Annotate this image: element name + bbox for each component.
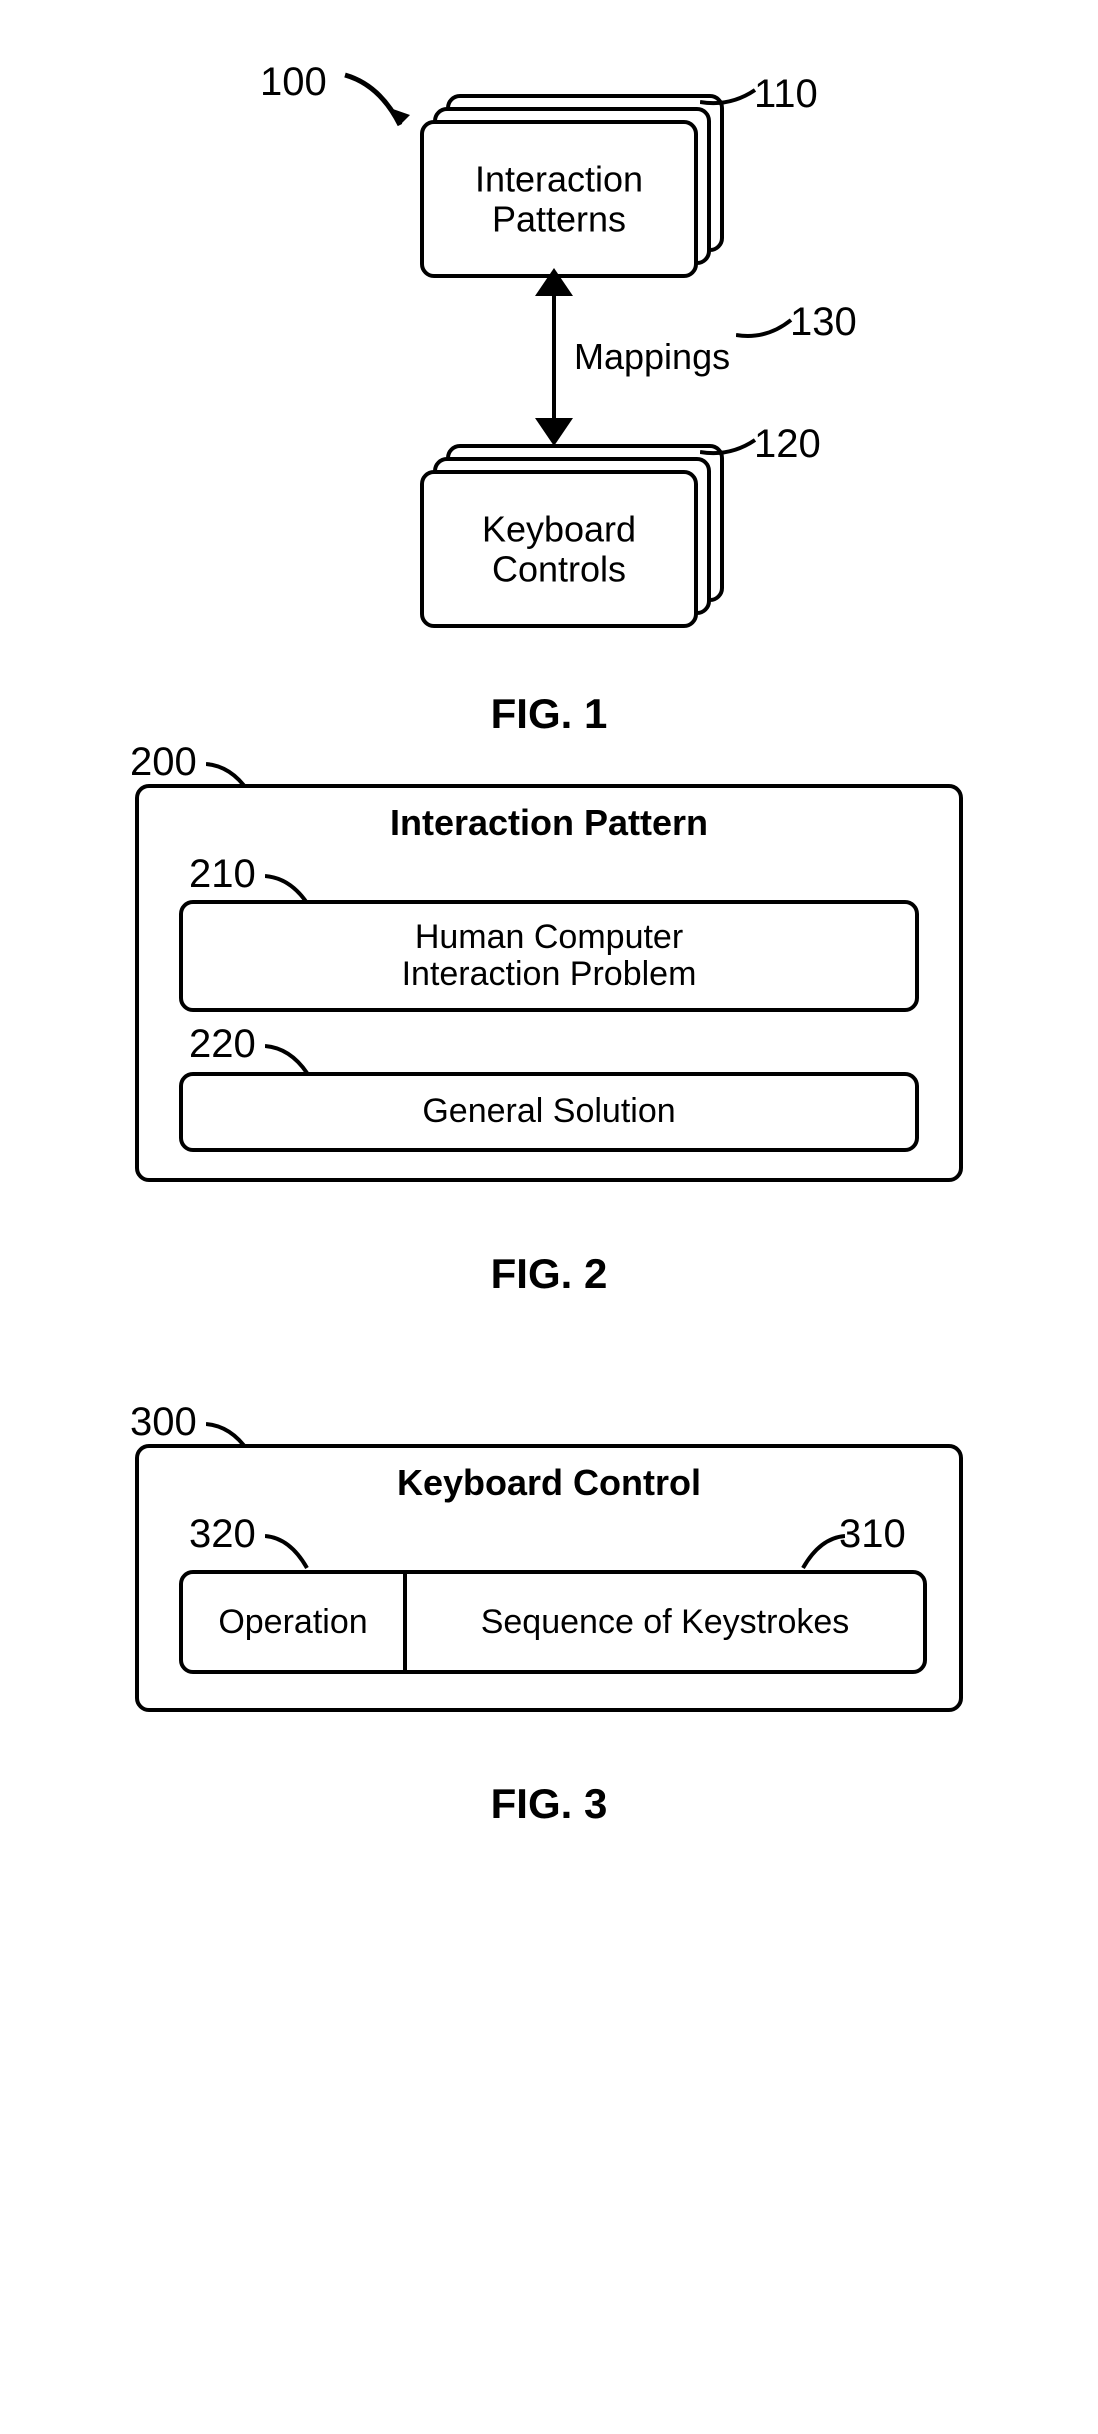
figure-1: 100 Interaction Patterns 110 Mappings 13… <box>0 40 1098 720</box>
hci-problem-box: Human Computer Interaction Problem <box>179 900 919 1012</box>
ref-200: 200 <box>130 740 197 785</box>
keyboard-control-row: Operation Sequence of Keystrokes <box>179 1570 927 1674</box>
keystrokes-cell: Sequence of Keystrokes <box>407 1574 923 1670</box>
figure-3-label: FIG. 3 <box>0 1780 1098 1828</box>
interaction-patterns-label: Interaction Patterns <box>424 159 694 238</box>
double-arrow-shaft <box>552 280 556 430</box>
lead-icon <box>736 315 796 345</box>
panel-title: Keyboard Control <box>139 1462 959 1504</box>
arrow-icon <box>340 70 420 140</box>
ref-100: 100 <box>260 60 327 105</box>
ref-110: 110 <box>754 72 818 117</box>
ref-310: 310 <box>839 1512 906 1557</box>
operation-cell: Operation <box>183 1574 403 1670</box>
interaction-pattern-panel: Interaction Pattern 210 Human Computer I… <box>135 784 963 1182</box>
figure-3: 300 Keyboard Control 320 310 Operation S… <box>0 1400 1098 1920</box>
keyboard-control-panel: Keyboard Control 320 310 Operation Seque… <box>135 1444 963 1712</box>
ref-320: 320 <box>189 1512 256 1557</box>
mappings-label: Mappings <box>574 336 730 378</box>
lead-icon <box>700 82 760 112</box>
figure-2: 200 Interaction Pattern 210 Human Comput… <box>0 740 1098 1360</box>
card-front: Keyboard Controls <box>420 470 698 628</box>
general-solution-box: General Solution <box>179 1072 919 1152</box>
figure-2-label: FIG. 2 <box>0 1250 1098 1298</box>
arrow-up-icon <box>535 268 573 298</box>
ref-300: 300 <box>130 1400 197 1445</box>
lead-icon <box>795 1528 845 1574</box>
card-front: Interaction Patterns <box>420 120 698 278</box>
ref-130: 130 <box>790 300 857 345</box>
lead-icon <box>265 1528 315 1574</box>
ref-210: 210 <box>189 852 256 897</box>
ref-120: 120 <box>754 422 821 467</box>
figure-1-label: FIG. 1 <box>0 690 1098 738</box>
lead-icon <box>700 432 760 462</box>
interaction-patterns-stack: Interaction Patterns <box>420 120 690 270</box>
page: 100 Interaction Patterns 110 Mappings 13… <box>0 40 1098 1920</box>
panel-title: Interaction Pattern <box>139 802 959 844</box>
keyboard-controls-stack: Keyboard Controls <box>420 470 690 620</box>
keyboard-controls-label: Keyboard Controls <box>424 509 694 588</box>
ref-220: 220 <box>189 1022 256 1067</box>
